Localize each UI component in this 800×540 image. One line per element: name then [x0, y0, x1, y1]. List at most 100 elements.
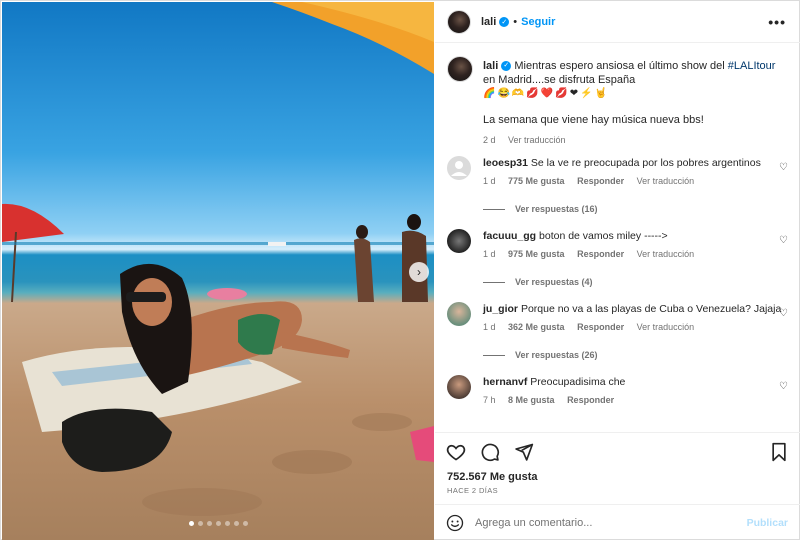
- comment-item: hernanvf Preocupadisima che 7 h 8 Me gus…: [447, 375, 788, 405]
- comment-text-line: ju_gior Porque no va a las playas de Cub…: [483, 302, 787, 316]
- view-replies-label: Ver respuestas (16): [515, 204, 598, 214]
- emoji-picker-button[interactable]: [445, 513, 465, 533]
- comment-time: 1 d: [483, 249, 496, 259]
- comment-reply-button[interactable]: Responder: [577, 176, 624, 186]
- share-button[interactable]: [513, 441, 535, 463]
- post-photo[interactable]: ›: [2, 2, 434, 540]
- comment-likes[interactable]: 775 Me gusta: [508, 176, 565, 186]
- carousel-next-button[interactable]: ›: [409, 262, 429, 282]
- replies-line-divider: [483, 354, 505, 356]
- beach-photo-illustration: [2, 2, 434, 516]
- comment-reply-button[interactable]: Responder: [567, 395, 614, 405]
- commenter-avatar[interactable]: [447, 302, 471, 326]
- comment-like-heart-icon[interactable]: ♡: [779, 381, 788, 392]
- caption-meta: 2 d Ver traducción: [483, 133, 787, 147]
- carousel-dot[interactable]: [224, 521, 230, 526]
- more-options-icon[interactable]: •••: [768, 14, 786, 30]
- bookmark-icon: [772, 442, 786, 462]
- comments-list[interactable]: lali ✓ Mientras espero ansiosa el último …: [435, 44, 800, 432]
- view-replies-button[interactable]: Ver respuestas (26): [483, 350, 787, 360]
- comment-like-heart-icon[interactable]: ♡: [779, 162, 788, 173]
- comment-username[interactable]: facuuu_gg: [483, 230, 536, 242]
- comment-meta: 1 d 775 Me gusta Responder Ver traducció…: [483, 176, 787, 186]
- chevron-right-icon: ›: [417, 265, 421, 279]
- carousel-dot[interactable]: [188, 521, 194, 526]
- comment-translate-link[interactable]: Ver traducción: [637, 249, 695, 259]
- comment-item: leoesp31 Se la ve re preocupada por los …: [447, 156, 788, 214]
- save-button[interactable]: [768, 441, 790, 463]
- author-avatar[interactable]: [447, 10, 471, 34]
- comment-like-heart-icon[interactable]: ♡: [779, 235, 788, 246]
- carousel-dot[interactable]: [206, 521, 212, 526]
- commenter-avatar[interactable]: [447, 375, 471, 399]
- comment-text-line: facuuu_gg boton de vamos miley ----->: [483, 229, 787, 243]
- comment-time: 1 d: [483, 176, 496, 186]
- comment-text: boton de vamos miley ----->: [539, 230, 668, 242]
- separator-dot: •: [513, 16, 518, 28]
- comment-text-line: leoesp31 Se la ve re preocupada por los …: [483, 156, 787, 170]
- carousel-dots: [2, 521, 434, 526]
- comment-like-heart-icon[interactable]: ♡: [779, 308, 788, 319]
- replies-line-divider: [483, 208, 505, 210]
- author-username[interactable]: lali: [481, 16, 496, 28]
- comment-likes[interactable]: 975 Me gusta: [508, 249, 565, 259]
- comment-text: Porque no va a las playas de Cuba o Vene…: [520, 303, 782, 315]
- comment-username[interactable]: ju_gior: [483, 303, 518, 315]
- commenter-avatar[interactable]: [447, 229, 471, 253]
- comment-time: 1 d: [483, 322, 496, 332]
- carousel-dot[interactable]: [215, 521, 221, 526]
- paper-plane-icon: [515, 443, 534, 461]
- default-avatar-icon: [447, 156, 471, 180]
- caption-translate-link[interactable]: Ver traducción: [508, 135, 566, 145]
- comment-likes[interactable]: 362 Me gusta: [508, 322, 565, 332]
- comment-username[interactable]: hernanvf: [483, 376, 527, 388]
- view-replies-button[interactable]: Ver respuestas (16): [483, 204, 787, 214]
- caption-text-after: en Madrid....se disfruta España: [483, 74, 636, 86]
- verified-badge-icon: ✓: [499, 17, 510, 27]
- view-replies-button[interactable]: Ver respuestas (4): [483, 277, 787, 287]
- commenter-avatar[interactable]: [447, 156, 471, 180]
- follow-button[interactable]: Seguir: [521, 16, 555, 28]
- action-icons: [445, 441, 535, 463]
- comment-translate-link[interactable]: Ver traducción: [637, 322, 695, 332]
- comment-translate-link[interactable]: Ver traducción: [637, 176, 695, 186]
- post-side-panel: lali ✓ • Seguir ••• lali ✓ Mientras esper…: [435, 2, 800, 540]
- likes-count[interactable]: 752.567 Me gusta: [447, 471, 538, 483]
- comment-item: ju_gior Porque no va a las playas de Cub…: [447, 302, 788, 360]
- comment-text: Se la ve re preocupada por los pobres ar…: [530, 157, 761, 169]
- post-caption: lali ✓ Mientras espero ansiosa el último …: [447, 56, 787, 147]
- replies-line-divider: [483, 281, 505, 283]
- like-button[interactable]: [445, 441, 467, 463]
- post-dialog: › lali ✓ • Seguir ••• lali ✓ Mientras esp…: [0, 0, 800, 540]
- caption-time: 2 d: [483, 135, 496, 145]
- carousel-dot[interactable]: [197, 521, 203, 526]
- publish-button[interactable]: Publicar: [747, 517, 788, 529]
- comment-meta: 7 h 8 Me gusta Responder: [483, 395, 787, 405]
- comment-time: 7 h: [483, 395, 496, 405]
- caption-emojis: 🌈😂🫶💋❤️💋❤⚡🤘: [483, 88, 609, 99]
- caption-body: lali ✓ Mientras espero ansiosa el último …: [483, 56, 787, 147]
- carousel-dot[interactable]: [242, 521, 248, 526]
- caption-hashtag[interactable]: #LALItour: [728, 60, 776, 72]
- post-header: lali ✓ • Seguir •••: [435, 2, 800, 43]
- speech-bubble-icon: [481, 443, 500, 462]
- comment-input[interactable]: [475, 516, 735, 529]
- comment-button[interactable]: [479, 441, 501, 463]
- caption-author-avatar[interactable]: [447, 56, 473, 82]
- add-comment-bar: Publicar: [435, 504, 800, 540]
- comment-reply-button[interactable]: Responder: [577, 322, 624, 332]
- comment-meta: 1 d 975 Me gusta Responder Ver traducció…: [483, 249, 787, 259]
- heart-icon: [446, 444, 466, 461]
- comment-likes[interactable]: 8 Me gusta: [508, 395, 555, 405]
- comment-reply-button[interactable]: Responder: [577, 249, 624, 259]
- comment-username[interactable]: leoesp31: [483, 157, 528, 169]
- carousel-dot[interactable]: [233, 521, 239, 526]
- view-replies-label: Ver respuestas (26): [515, 350, 598, 360]
- verified-badge-icon: ✓: [501, 61, 512, 72]
- caption-username[interactable]: lali: [483, 60, 498, 72]
- comment-item: facuuu_gg boton de vamos miley -----> 1 …: [447, 229, 788, 287]
- caption-text-before: Mientras espero ansiosa el último show d…: [514, 60, 728, 72]
- comment-meta: 1 d 362 Me gusta Responder Ver traducció…: [483, 322, 787, 332]
- post-date: HACE 2 DÍAS: [447, 486, 499, 495]
- post-actions: 752.567 Me gusta HACE 2 DÍAS: [435, 432, 800, 504]
